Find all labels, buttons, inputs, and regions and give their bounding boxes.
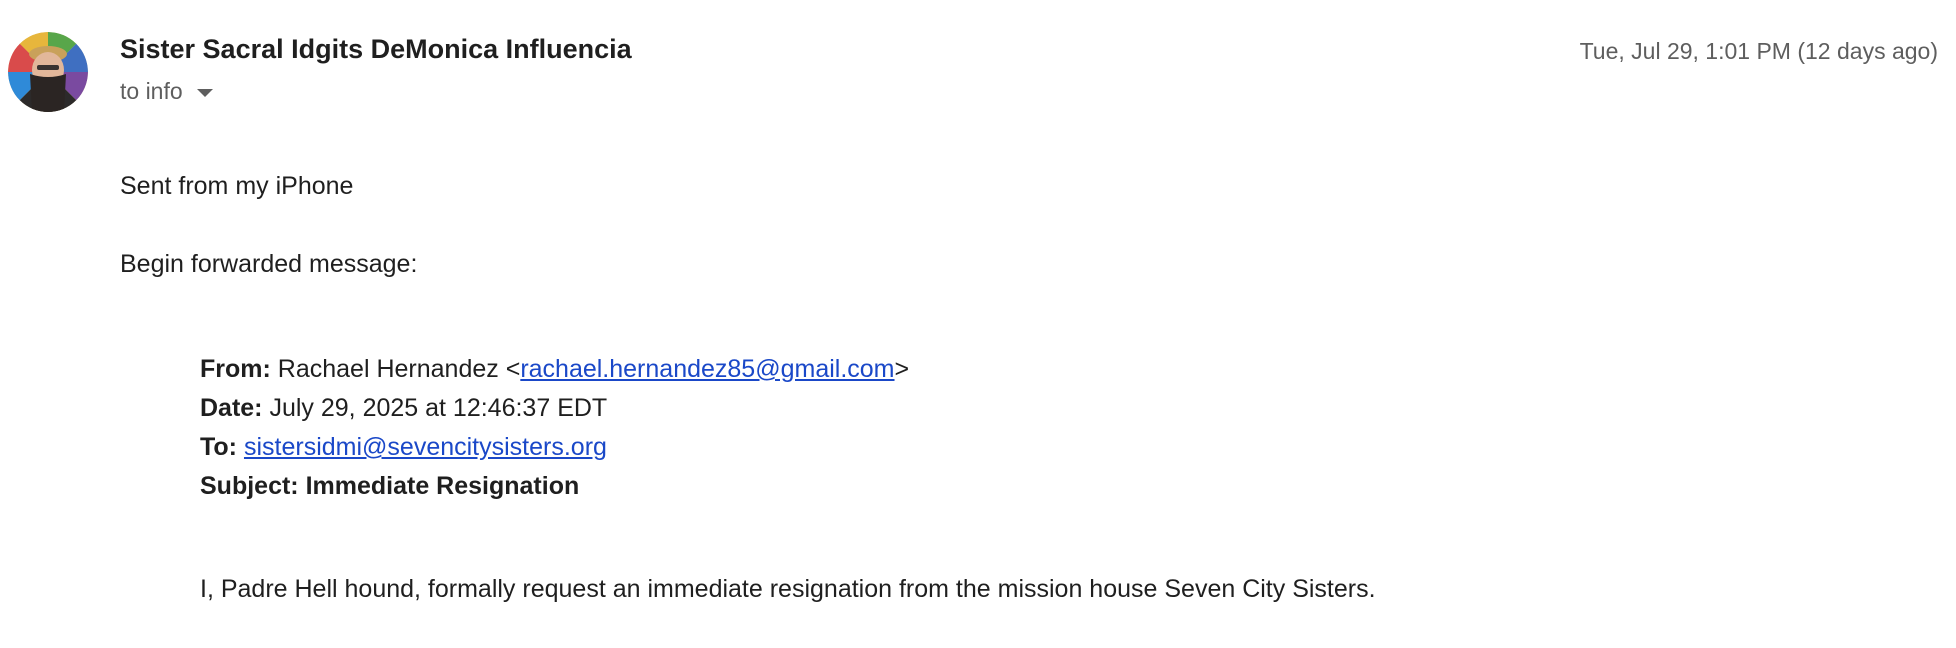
- subject-value: Immediate Resignation: [305, 472, 580, 500]
- email-timestamp: Tue, Jul 29, 1:01 PM (12 days ago): [1579, 38, 1938, 64]
- date-value: July 29, 2025 at 12:46:37 EDT: [269, 394, 608, 422]
- to-label: To:: [200, 433, 238, 461]
- from-close: >: [894, 355, 910, 383]
- from-name: Rachael Hernandez <: [277, 355, 521, 383]
- from-label: From:: [200, 355, 271, 383]
- forwarded-subject-row: Subject: Immediate Resignation: [200, 472, 579, 501]
- body-line-signature: Sent from my iPhone: [120, 172, 354, 200]
- recipient-label: to info: [120, 78, 183, 104]
- recipient-details-toggle[interactable]: to info: [120, 78, 213, 105]
- body-line-forward-header: Begin forwarded message:: [120, 250, 418, 278]
- forwarded-message-text: I, Padre Hell hound, formally request an…: [200, 575, 1376, 603]
- chevron-down-icon[interactable]: [196, 88, 213, 97]
- forwarded-date-row: Date: July 29, 2025 at 12:46:37 EDT: [200, 394, 607, 423]
- to-email-link[interactable]: sistersidmi@sevencitysisters.org: [244, 433, 607, 461]
- sender-avatar[interactable]: [8, 32, 88, 112]
- sender-name[interactable]: Sister Sacral Idgits DeMonica Influencia: [120, 34, 632, 65]
- subject-label: Subject:: [200, 472, 299, 500]
- from-email-link[interactable]: rachael.hernandez85@gmail.com: [520, 355, 894, 383]
- date-label: Date:: [200, 394, 263, 422]
- avatar-image: [8, 32, 88, 112]
- forwarded-from-row: From: Rachael Hernandez <rachael.hernand…: [200, 355, 909, 384]
- forwarded-to-row: To: sistersidmi@sevencitysisters.org: [200, 433, 607, 462]
